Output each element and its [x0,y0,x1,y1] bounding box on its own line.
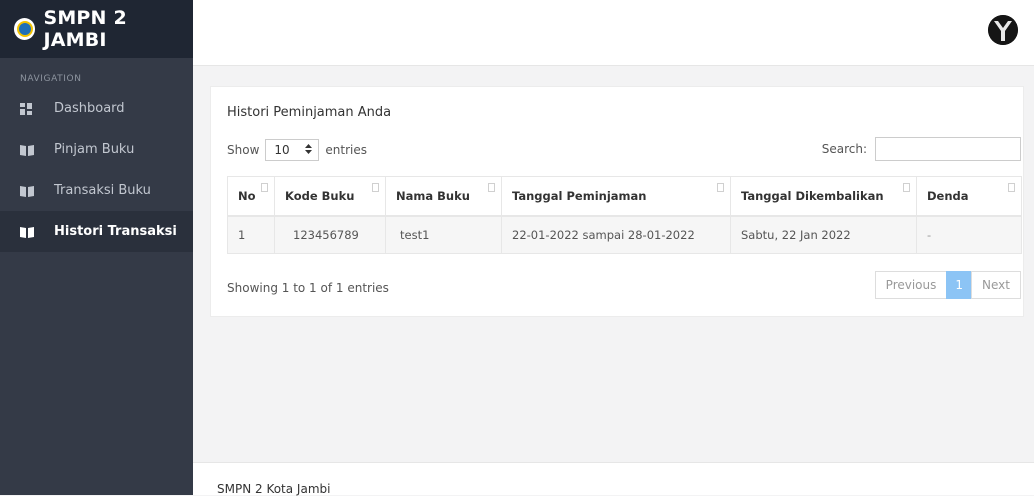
sort-icon [261,183,268,192]
nav-header: NAVIGATION [20,74,82,84]
cell-kode-buku: 123456789 [274,215,386,254]
table-row: 1 123456789 test1 22-01-2022 sampai 28-0… [227,215,1022,254]
column-header-tanggal-dikembalikan[interactable]: Tanggal Dikembalikan [730,176,917,217]
next-button[interactable]: Next [971,271,1021,299]
sidebar-item-label: Transaksi Buku [54,183,151,198]
column-header-kode-buku[interactable]: Kode Buku [274,176,386,217]
cell-tanggal-dikembalikan: Sabtu, 22 Jan 2022 [730,215,917,254]
book-open-icon [20,226,34,238]
updown-icon [305,143,313,157]
search-input[interactable] [875,137,1021,161]
top-bar [193,0,1034,66]
show-label: Show [227,143,260,157]
avatar[interactable] [988,15,1018,45]
sort-icon [903,183,910,192]
column-header-tanggal-peminjaman[interactable]: Tanggal Peminjaman [501,176,731,217]
sidebar-item-label: Dashboard [54,101,125,116]
cell-no: 1 [227,215,275,254]
cell-tanggal-peminjaman: 22-01-2022 sampai 28-01-2022 [501,215,731,254]
history-table: No Kode Buku Nama Buku Tanggal Peminjama… [227,176,1022,254]
sidebar-item-dashboard[interactable]: Dashboard [0,88,193,129]
sort-icon [717,183,724,192]
entries-select[interactable]: 10 [265,139,320,161]
card-title: Histori Peminjaman Anda [227,105,392,120]
show-entries: Show 10 entries [227,139,367,161]
search-label: Search: [821,142,867,156]
book-open-icon [20,185,34,197]
dashboard-icon [20,102,34,115]
sort-icon [372,183,379,192]
entries-value: 10 [274,143,290,157]
sort-icon [1008,183,1015,192]
sidebar-item-label: Pinjam Buku [54,142,135,157]
cell-nama-buku: test1 [385,215,502,254]
pagination: Previous 1 Next [874,271,1021,299]
footer: SMPN 2 Kota Jambi [193,462,1034,496]
history-card: Histori Peminjaman Anda Show 10 entries … [210,86,1024,317]
book-open-icon [20,144,34,156]
column-header-denda[interactable]: Denda [916,176,1022,217]
school-logo-icon [14,18,36,40]
table-header-row: No Kode Buku Nama Buku Tanggal Peminjama… [227,176,1022,217]
brand-title: SMPN 2 JAMBI [43,7,127,51]
entries-info: Showing 1 to 1 of 1 entries [227,281,389,295]
column-header-nama-buku[interactable]: Nama Buku [385,176,502,217]
cell-denda: - [916,215,1022,254]
brand-bar[interactable]: SMPN 2 JAMBI [0,0,193,58]
sidebar-item-label: Histori Transaksi [54,224,177,239]
sidebar-item-histori-transaksi[interactable]: Histori Transaksi [0,211,193,252]
sort-icon [488,183,495,192]
previous-button[interactable]: Previous [874,271,948,299]
column-header-no[interactable]: No [227,176,275,217]
footer-text: SMPN 2 Kota Jambi [217,482,331,496]
sidebar: SMPN 2 JAMBI NAVIGATION Dashboard Pinjam… [0,0,193,495]
sidebar-item-transaksi-buku[interactable]: Transaksi Buku [0,170,193,211]
page-1-button[interactable]: 1 [946,271,973,299]
search-row: Search: [822,137,1021,161]
sidebar-item-pinjam-buku[interactable]: Pinjam Buku [0,129,193,170]
entries-label: entries [325,143,367,157]
